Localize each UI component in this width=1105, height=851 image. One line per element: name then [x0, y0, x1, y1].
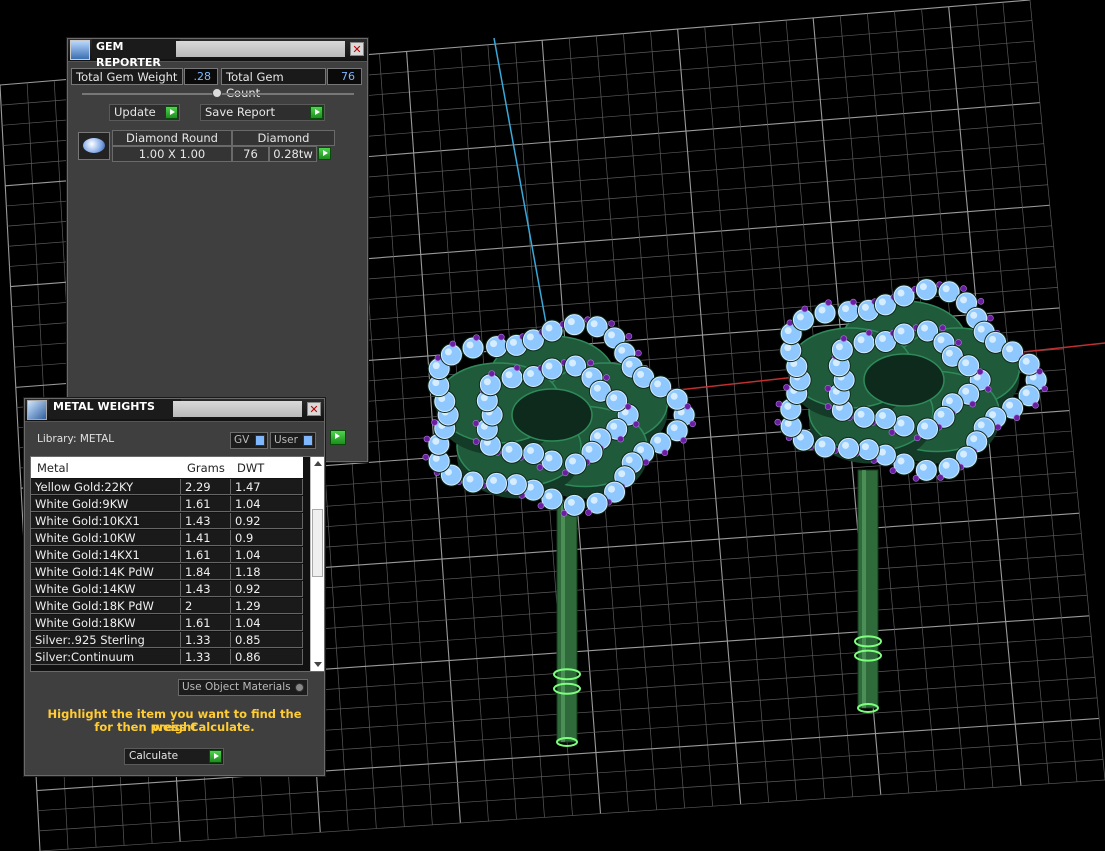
gem-reporter-close-button[interactable]: ✕ [350, 42, 364, 56]
cell-metal: White Gold:9KW [31, 496, 181, 512]
cell-dwt: 1.04 [231, 615, 303, 631]
col-dwt[interactable]: DWT [237, 461, 264, 475]
cell-dwt: 0.9 [231, 530, 303, 546]
table-row[interactable]: White Gold:18KW 1.61 1.04 [31, 615, 303, 632]
gem-count-cell: 76 [232, 146, 269, 162]
cell-metal: White Gold:14K PdW [31, 564, 181, 580]
cell-dwt: 0.85 [231, 632, 303, 648]
calculate-button[interactable]: Calculate [124, 748, 224, 765]
cell-grams: 1.61 [181, 615, 231, 631]
gem-reporter-icon [70, 40, 90, 60]
col-grams[interactable]: Grams [187, 461, 225, 475]
metal-weights-icon [27, 400, 47, 420]
scroll-down-icon[interactable] [314, 662, 322, 667]
splitter-handle[interactable] [82, 88, 354, 98]
gem-weight-cell: 0.28tw [269, 146, 317, 162]
table-row[interactable]: White Gold:10KW 1.41 0.9 [31, 530, 303, 547]
gv-toggle[interactable]: GV [230, 432, 268, 449]
col-metal[interactable]: Metal [37, 461, 69, 475]
gem-row[interactable]: Diamond Round Diamond 1.00 X 1.00 76 0.2… [77, 130, 335, 164]
cell-metal: White Gold:14KW [31, 581, 181, 597]
total-gem-count-value: 76 [327, 68, 362, 85]
gv-toggle-knob-icon [255, 435, 265, 446]
save-report-play-icon [310, 106, 323, 119]
table-row[interactable]: White Gold:14KW 1.43 0.92 [31, 581, 303, 598]
table-row[interactable]: White Gold:9KW 1.61 1.04 [31, 496, 303, 513]
user-toggle[interactable]: User [270, 432, 316, 449]
cell-dwt: 1.04 [231, 547, 303, 563]
metal-table-scrollbar[interactable] [310, 457, 324, 671]
earring-models [422, 278, 1048, 747]
metal-weights-close-button[interactable]: ✕ [307, 402, 321, 416]
scroll-up-icon[interactable] [314, 461, 322, 466]
cell-metal: Silver:Continuum [31, 649, 181, 665]
metal-weights-titlebar[interactable]: METAL WEIGHTS ✕ [25, 399, 324, 422]
cell-grams: 1.61 [181, 547, 231, 563]
gem-material-cell: Diamond [232, 130, 335, 146]
table-row[interactable]: White Gold:10KX1 1.43 0.92 [31, 513, 303, 530]
gem-row-play-button[interactable] [318, 147, 331, 160]
metal-table[interactable]: Metal Grams DWT Yellow Gold:22KY 2.29 1.47… [30, 456, 325, 672]
cell-dwt: 1.29 [231, 598, 303, 614]
use-object-materials-radio-icon [295, 683, 304, 692]
cell-grams: 1.84 [181, 564, 231, 580]
user-toggle-knob-icon [303, 435, 313, 446]
splitter-knob-icon[interactable] [212, 88, 222, 98]
total-gem-weight-value: .28 [184, 68, 218, 85]
cell-grams: 1.33 [181, 649, 231, 665]
cell-metal: Yellow Gold:22KY [31, 479, 181, 495]
cell-metal: White Gold:14KX1 [31, 547, 181, 563]
cell-dwt: 1.18 [231, 564, 303, 580]
total-gem-weight-label: Total Gem Weight [71, 68, 183, 85]
diamond-gem-icon [78, 132, 110, 160]
gem-shape-cell: Diamond Round [112, 130, 232, 146]
cell-metal: Silver:.925 Sterling [31, 632, 181, 648]
metal-weights-title: METAL WEIGHTS [49, 399, 181, 419]
library-label: Library: METAL [37, 433, 115, 445]
cell-dwt: 0.92 [231, 513, 303, 529]
calculate-hint-line2: for then press Calculate. [94, 720, 255, 734]
cell-grams: 2 [181, 598, 231, 614]
use-object-materials-toggle[interactable]: Use Object Materials [178, 679, 308, 696]
cell-dwt: 0.86 [231, 649, 303, 665]
cell-grams: 1.43 [181, 581, 231, 597]
table-row[interactable]: White Gold:14K PdW 1.84 1.18 [31, 564, 303, 581]
cell-grams: 1.33 [181, 632, 231, 648]
table-row[interactable]: White Gold:18K PdW 2 1.29 [31, 598, 303, 615]
total-gem-count-label: Total Gem Count [221, 68, 326, 100]
cell-grams: 2.29 [181, 479, 231, 495]
cell-grams: 1.43 [181, 513, 231, 529]
cell-grams: 1.41 [181, 530, 231, 546]
metal-weights-run-button[interactable] [330, 430, 346, 445]
cell-metal: White Gold:18KW [31, 615, 181, 631]
gem-reporter-title: GEM REPORTER [92, 39, 180, 69]
cell-grams: 1.61 [181, 496, 231, 512]
metal-table-header: Metal Grams DWT [31, 457, 303, 478]
update-play-icon [165, 106, 178, 119]
table-row[interactable]: Silver:Continuum 1.33 0.86 [31, 649, 303, 666]
table-row[interactable]: White Gold:14KX1 1.61 1.04 [31, 547, 303, 564]
save-report-button[interactable]: Save Report [200, 104, 325, 121]
cell-metal: White Gold:10KX1 [31, 513, 181, 529]
cell-dwt: 0.92 [231, 581, 303, 597]
scroll-thumb[interactable] [312, 509, 323, 577]
gem-size-cell: 1.00 X 1.00 [112, 146, 232, 162]
table-row[interactable]: Silver:.925 Sterling 1.33 0.85 [31, 632, 303, 649]
gem-reporter-titlebar[interactable]: GEM REPORTER ✕ [68, 39, 367, 69]
metal-weights-panel: METAL WEIGHTS ✕ Library: METAL GV User M… [24, 398, 325, 776]
update-button[interactable]: Update [109, 104, 180, 121]
cell-dwt: 1.04 [231, 496, 303, 512]
cell-metal: White Gold:18K PdW [31, 598, 181, 614]
calculate-play-icon [209, 750, 222, 763]
cell-metal: White Gold:10KW [31, 530, 181, 546]
cell-dwt: 1.47 [231, 479, 303, 495]
table-row[interactable]: Yellow Gold:22KY 2.29 1.47 [31, 479, 303, 496]
